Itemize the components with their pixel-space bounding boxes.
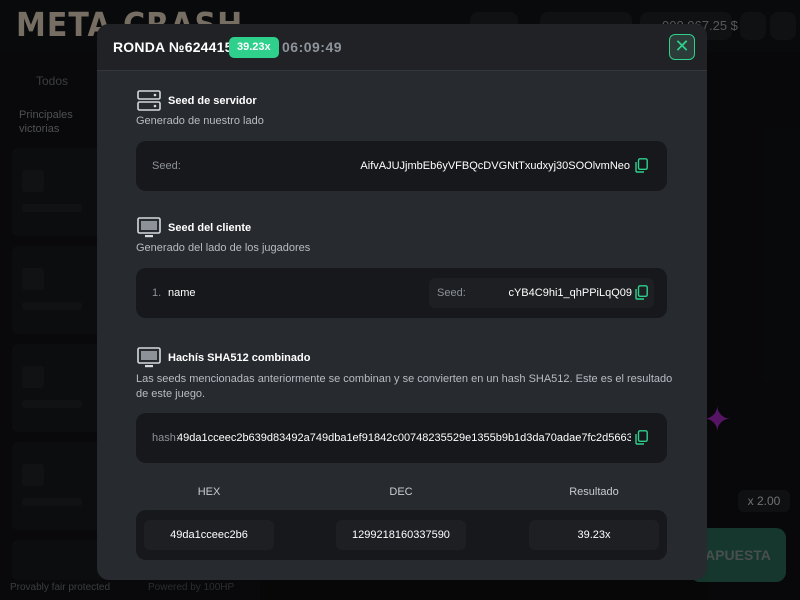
hash-label: hash: — [152, 432, 179, 444]
combined-hash-title: Hachís SHA512 combinado — [168, 352, 311, 364]
result-row: 49da1cceec2b6 1299218160337590 39.23x — [136, 510, 667, 560]
copy-icon[interactable] — [635, 285, 648, 300]
player-index: 1. — [152, 287, 162, 299]
copy-icon[interactable] — [635, 158, 648, 173]
dec-value: 1299218160337590 — [336, 520, 466, 550]
close-button[interactable]: ✕ — [669, 34, 695, 60]
round-title: RONDA №624415 — [113, 39, 233, 55]
combined-hash-description: Las seeds mencionadas anteriormente se c… — [136, 373, 673, 400]
round-details-modal: RONDA №624415 39.23x 06:09:49 ✕ Seed de … — [97, 24, 707, 580]
client-seed-subtitle: Generado del lado de los jugadores — [136, 242, 311, 254]
hex-header: HEX — [197, 486, 221, 498]
server-seed-field: Seed: AifvAJUJjmbEb6yVFBQcDVGNtTxudxyj30… — [136, 141, 667, 191]
seed-label: Seed: — [437, 287, 466, 299]
server-seed-subtitle: Generado de nuestro lado — [136, 115, 264, 127]
copy-icon[interactable] — [635, 430, 648, 445]
result-value: 39.23x — [529, 520, 659, 550]
round-time: 06:09:49 — [282, 39, 343, 55]
result-header: Resultado — [569, 486, 619, 498]
hex-value: 49da1cceec2b6 — [144, 520, 274, 550]
server-seed-title: Seed de servidor — [168, 95, 257, 107]
client-seed-title: Seed del cliente — [168, 222, 252, 234]
monitor-icon — [137, 217, 161, 238]
client-seed-box: Seed: cYB4C9hi1_qhPPiLqQ09 — [429, 278, 654, 308]
server-seed-value[interactable]: AifvAJUJjmbEb6yVFBQcDVGNtTxudxyj30SOOlvm… — [336, 160, 630, 172]
combined-hash-field: hash: 49da1cceec2b639d83492a749dba1ef918… — [136, 413, 667, 463]
player-name: name — [168, 287, 196, 299]
client-seed-value[interactable]: cYB4C9hi1_qhPPiLqQ09 — [489, 287, 632, 299]
seed-label: Seed: — [152, 160, 181, 172]
monitor-icon — [137, 347, 161, 368]
multiplier-badge: 39.23x — [229, 37, 279, 58]
hash-value[interactable]: 49da1cceec2b639d83492a749dba1ef91842c007… — [177, 432, 631, 444]
modal-header: RONDA №624415 39.23x 06:09:49 ✕ — [97, 24, 707, 71]
close-icon: ✕ — [674, 36, 690, 56]
server-icon — [137, 90, 161, 111]
dec-header: DEC — [389, 486, 413, 498]
client-seed-field: 1. name Seed: cYB4C9hi1_qhPPiLqQ09 — [136, 268, 667, 318]
